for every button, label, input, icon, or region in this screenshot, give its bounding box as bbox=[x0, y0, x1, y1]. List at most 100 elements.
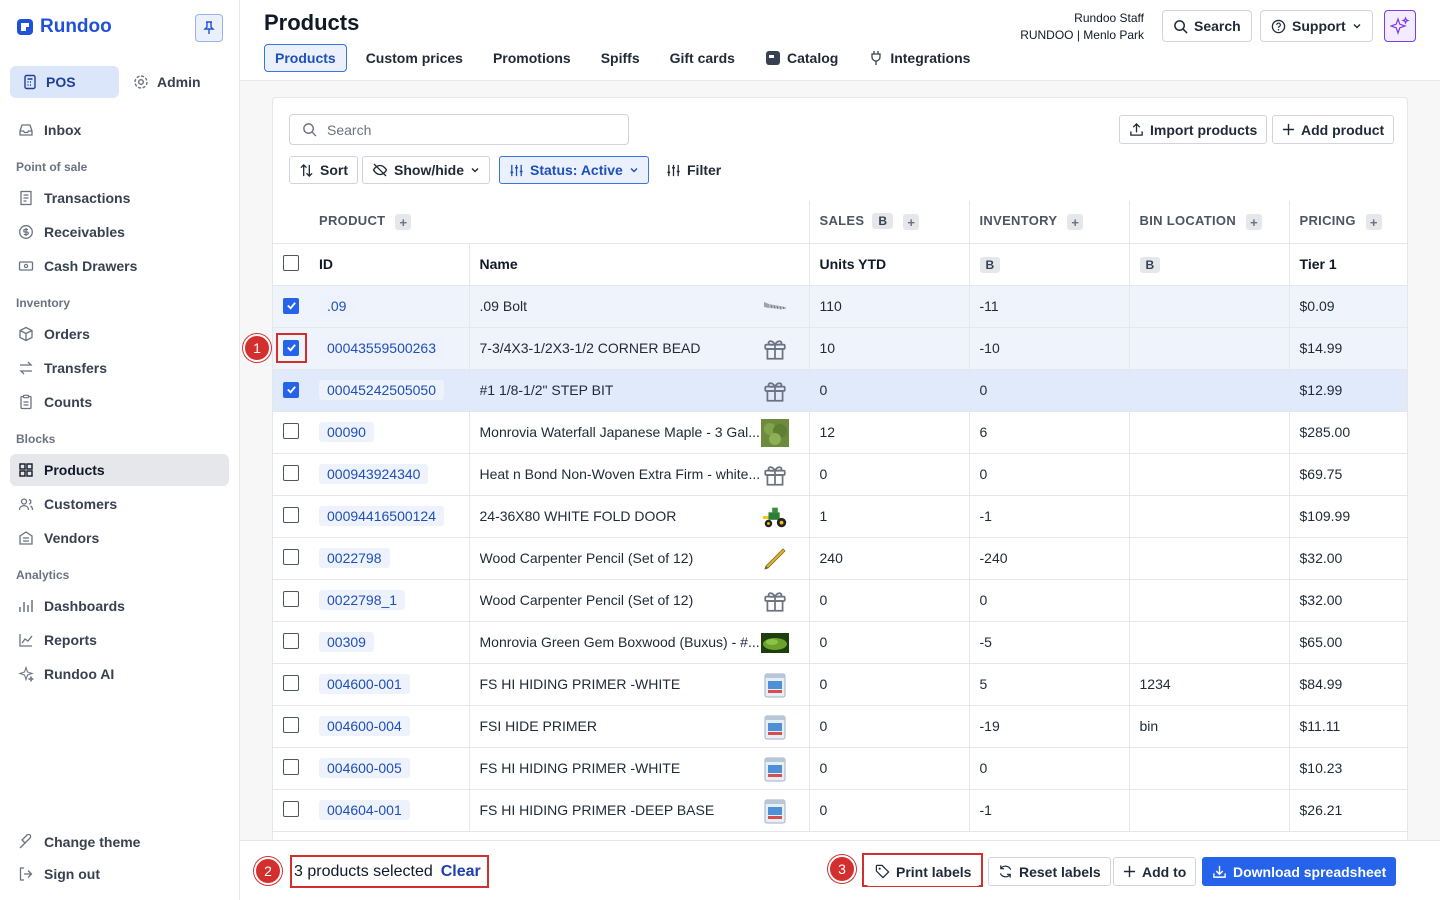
sidebar-item-orders[interactable]: Orders bbox=[10, 318, 229, 350]
product-name[interactable]: Monrovia Waterfall Japanese Maple - 3 Ga… bbox=[480, 424, 760, 440]
sidebar-item-rundoo-ai[interactable]: Rundoo AI bbox=[10, 658, 229, 690]
table-row[interactable]: 004600-001 FS HI HIDING PRIMER -WHITE 0 5 12… bbox=[273, 663, 1407, 706]
sidebar-item-vendors[interactable]: Vendors bbox=[10, 522, 229, 554]
show-hide-dropdown[interactable]: Show/hide bbox=[362, 156, 490, 184]
tab-gift-cards[interactable]: Gift cards bbox=[659, 44, 746, 72]
row-checkbox[interactable] bbox=[283, 506, 299, 523]
product-name[interactable]: #1 1/8-1/2" STEP BIT bbox=[480, 382, 614, 398]
mode-tab-admin[interactable]: Admin bbox=[121, 66, 230, 98]
filter-button[interactable]: Filter bbox=[666, 156, 721, 184]
table-row[interactable]: 00090 Monrovia Waterfall Japanese Maple -… bbox=[273, 411, 1407, 454]
row-checkbox[interactable] bbox=[283, 800, 299, 817]
sidebar-item-products[interactable]: Products bbox=[10, 454, 229, 486]
row-checkbox[interactable] bbox=[283, 716, 299, 733]
sidebar-item-reports[interactable]: Reports bbox=[10, 624, 229, 656]
product-id-link[interactable]: 00094416500124 bbox=[319, 506, 445, 526]
row-checkbox[interactable] bbox=[283, 548, 299, 565]
product-name[interactable]: Wood Carpenter Pencil (Set of 12) bbox=[480, 592, 694, 608]
product-name[interactable]: 24-36X80 WHITE FOLD DOOR bbox=[480, 508, 677, 524]
table-row[interactable]: 00043559500263 7-3/4X3-1/2X3-1/2 CORNER B… bbox=[273, 327, 1407, 370]
tab-products[interactable]: Products bbox=[264, 44, 347, 72]
download-spreadsheet-button[interactable]: Download spreadsheet bbox=[1202, 857, 1397, 886]
column-header-units-ytd[interactable]: Units YTD bbox=[808, 243, 970, 286]
table-row[interactable]: 004600-004 FSI HIDE PRIMER 0 -19 bin $11.11 bbox=[273, 705, 1407, 748]
table-row[interactable]: 0022798 Wood Carpenter Pencil (Set of 12)… bbox=[273, 537, 1407, 580]
product-id-link[interactable]: 004600-004 bbox=[319, 716, 410, 736]
row-checkbox[interactable] bbox=[283, 381, 299, 398]
table-row[interactable]: 00309 Monrovia Green Gem Boxwood (Buxus) … bbox=[273, 621, 1407, 664]
row-checkbox[interactable] bbox=[283, 674, 299, 691]
tab-spiffs[interactable]: Spiffs bbox=[590, 44, 651, 72]
sidebar-item-inbox[interactable]: Inbox bbox=[10, 114, 229, 146]
sidebar-item-counts[interactable]: Counts bbox=[10, 386, 229, 418]
product-name[interactable]: FS HI HIDING PRIMER -WHITE bbox=[480, 760, 681, 776]
table-row[interactable]: 00045242505050 #1 1/8-1/2" STEP BIT 0 0 $12.… bbox=[273, 369, 1407, 412]
table-row[interactable]: 004604-001 FS HI HIDING PRIMER -DEEP BASE… bbox=[273, 789, 1407, 832]
product-id-link[interactable]: 000943924340 bbox=[319, 464, 429, 484]
ai-assistant-button[interactable] bbox=[1384, 10, 1416, 42]
add-column-icon[interactable]: + bbox=[1067, 214, 1084, 231]
product-id-link[interactable]: 004600-001 bbox=[319, 674, 410, 694]
status-filter-dropdown[interactable]: Status: Active bbox=[499, 156, 649, 184]
product-name[interactable]: Monrovia Green Gem Boxwood (Buxus) - #..… bbox=[480, 634, 760, 650]
row-checkbox[interactable] bbox=[283, 464, 299, 481]
add-to-button[interactable]: Add to bbox=[1113, 857, 1197, 886]
row-checkbox[interactable] bbox=[283, 632, 299, 649]
add-product-button[interactable]: Add product bbox=[1272, 115, 1395, 144]
column-header-name[interactable]: Name bbox=[468, 243, 810, 286]
search-input[interactable]: Search bbox=[289, 114, 629, 145]
tab-custom-prices[interactable]: Custom prices bbox=[355, 44, 474, 72]
sidebar-item-receivables[interactable]: Receivables bbox=[10, 216, 229, 248]
product-id-link[interactable]: 0022798_1 bbox=[319, 590, 406, 610]
pin-sidebar-button[interactable] bbox=[195, 14, 223, 42]
mode-tab-pos[interactable]: POS bbox=[10, 66, 119, 98]
table-row[interactable]: 000943924340 Heat n Bond Non-Woven Extra … bbox=[273, 453, 1407, 496]
sidebar-item-transfers[interactable]: Transfers bbox=[10, 352, 229, 384]
product-id-link[interactable]: 00045242505050 bbox=[319, 380, 445, 400]
sidebar-item-transactions[interactable]: Transactions bbox=[10, 182, 229, 214]
support-dropdown[interactable]: Support bbox=[1260, 10, 1373, 42]
sidebar-item-dashboards[interactable]: Dashboards bbox=[10, 590, 229, 622]
add-column-icon[interactable]: + bbox=[903, 214, 920, 231]
column-header-tier-1[interactable]: Tier 1 bbox=[1288, 243, 1407, 286]
product-id-link[interactable]: 004600-005 bbox=[319, 758, 410, 778]
row-checkbox[interactable] bbox=[283, 758, 299, 775]
column-header-id[interactable]: ID bbox=[309, 243, 469, 286]
table-row[interactable]: 0022798_1 Wood Carpenter Pencil (Set of 1… bbox=[273, 579, 1407, 622]
product-id-link[interactable]: 00309 bbox=[319, 632, 374, 652]
change-theme-button[interactable]: Change theme bbox=[10, 826, 229, 858]
sidebar-item-customers[interactable]: Customers bbox=[10, 488, 229, 520]
clear-selection-link[interactable]: Clear bbox=[441, 863, 481, 881]
product-name[interactable]: .09 Bolt bbox=[480, 298, 527, 314]
sidebar-item-cash-drawers[interactable]: Cash Drawers bbox=[10, 250, 229, 282]
table-row[interactable]: .09 .09 Bolt 110 -11 $0.09 bbox=[273, 285, 1407, 328]
product-name[interactable]: Heat n Bond Non-Woven Extra Firm - white… bbox=[480, 466, 761, 482]
product-name[interactable]: FS HI HIDING PRIMER -WHITE bbox=[480, 676, 681, 692]
table-row[interactable]: 00094416500124 24-36X80 WHITE FOLD DOOR 1-… bbox=[273, 495, 1407, 538]
row-checkbox[interactable] bbox=[283, 590, 299, 607]
reset-labels-button[interactable]: Reset labels bbox=[988, 857, 1111, 886]
add-column-icon[interactable]: + bbox=[395, 214, 412, 231]
sign-out-button[interactable]: Sign out bbox=[10, 858, 229, 890]
product-name[interactable]: 7-3/4X3-1/2X3-1/2 CORNER BEAD bbox=[480, 340, 701, 356]
print-labels-button[interactable]: Print labels bbox=[866, 857, 981, 886]
add-column-icon[interactable]: + bbox=[1246, 214, 1263, 231]
import-products-button[interactable]: Import products bbox=[1119, 115, 1268, 144]
product-id-link[interactable]: 00043559500263 bbox=[319, 338, 445, 358]
row-checkbox[interactable] bbox=[283, 297, 299, 314]
tab-promotions[interactable]: Promotions bbox=[482, 44, 582, 72]
product-id-link[interactable]: 004604-001 bbox=[319, 800, 410, 820]
product-id-link[interactable]: .09 bbox=[319, 296, 355, 316]
product-name[interactable]: FSI HIDE PRIMER bbox=[480, 718, 597, 734]
product-id-link[interactable]: 0022798 bbox=[319, 548, 390, 568]
tab-integrations[interactable]: Integrations bbox=[857, 44, 981, 72]
app-logo[interactable]: Rundoo bbox=[16, 16, 112, 38]
select-all-checkbox[interactable] bbox=[283, 254, 299, 271]
table-row[interactable]: 004600-005 FS HI HIDING PRIMER -WHITE 0 0 $1… bbox=[273, 747, 1407, 790]
product-name[interactable]: Wood Carpenter Pencil (Set of 12) bbox=[480, 550, 694, 566]
tab-catalog[interactable]: Catalog bbox=[754, 44, 849, 72]
sort-button[interactable]: Sort bbox=[289, 156, 358, 184]
product-name[interactable]: FS HI HIDING PRIMER -DEEP BASE bbox=[480, 802, 715, 818]
add-column-icon[interactable]: + bbox=[1365, 214, 1382, 231]
row-checkbox[interactable] bbox=[283, 422, 299, 439]
